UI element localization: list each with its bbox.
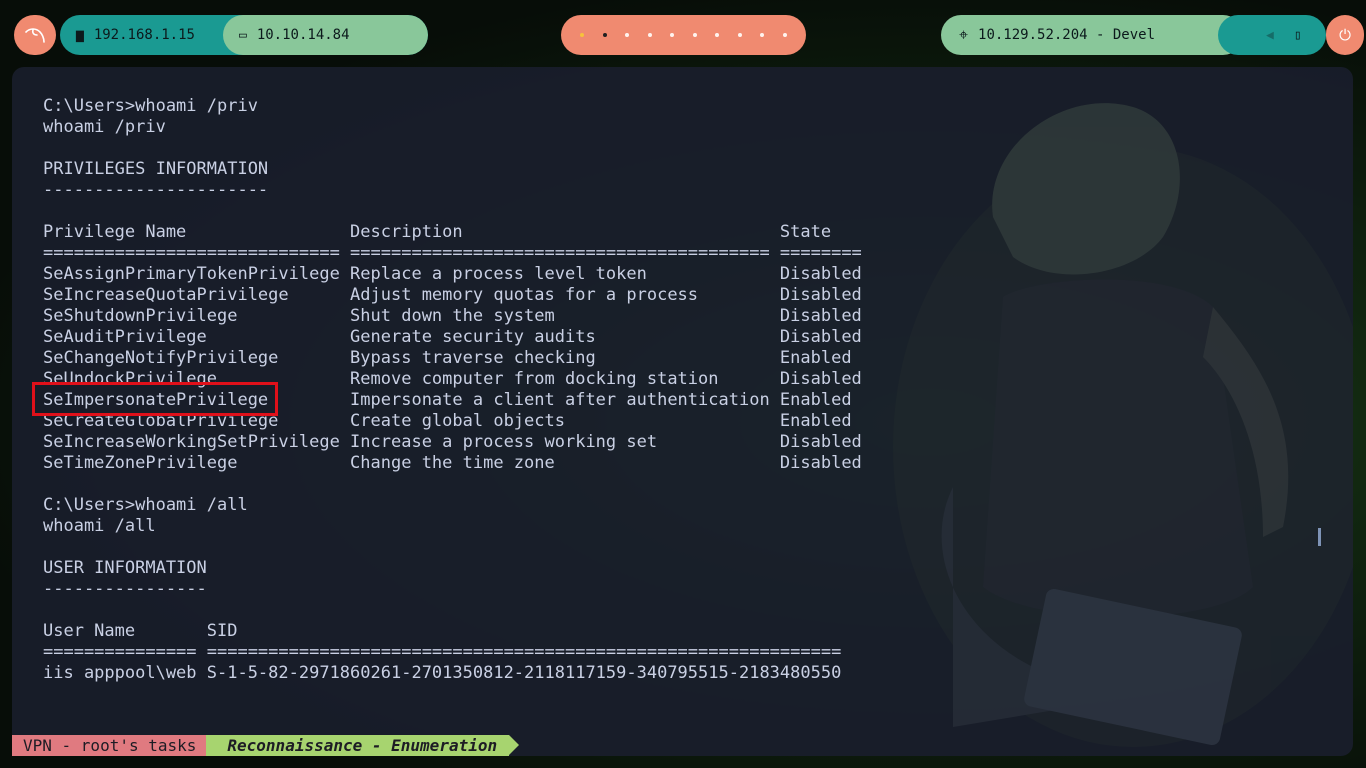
- terminal-line: SeIncreaseQuotaPrivilege Adjust memory q…: [43, 285, 862, 305]
- workspace-dot[interactable]: [737, 33, 742, 37]
- terminal-line: SeAssignPrimaryTokenPrivilege Replace a …: [43, 264, 862, 284]
- terminal-line: PRIVILEGES INFORMATION: [43, 159, 269, 179]
- battery-icon: ▯: [1293, 27, 1302, 43]
- workspace-dot[interactable]: [580, 33, 585, 37]
- workspace-dot[interactable]: [692, 33, 697, 37]
- workspace-dot[interactable]: [760, 33, 765, 37]
- terminal-line: SeTimeZonePrivilege Change the time zone…: [43, 453, 862, 473]
- workspace-dot[interactable]: [670, 33, 675, 37]
- terminal-line: whoami /all: [43, 516, 156, 536]
- power-icon: ⏻: [1339, 26, 1351, 44]
- tmux-session-label: VPN - root's tasks: [12, 735, 217, 756]
- power-button[interactable]: ⏻: [1326, 15, 1364, 55]
- terminal-line: SeShutdownPrivilege Shut down the system…: [43, 306, 862, 326]
- local-ip: 192.168.1.15: [93, 27, 195, 43]
- terminal-line: Privilege Name Description State: [43, 222, 832, 242]
- terminal-line: SeAuditPrivilege Generate security audit…: [43, 327, 862, 347]
- kali-menu-button[interactable]: [14, 15, 56, 55]
- terminal-line: SeIncreaseWorkingSetPrivilege Increase a…: [43, 432, 862, 452]
- highlight-box: [32, 382, 278, 416]
- terminal-line: SeChangeNotifyPrivilege Bypass traverse …: [43, 348, 852, 368]
- terminal-line: =============== ========================…: [43, 642, 842, 662]
- laptop-icon: ▭: [239, 27, 247, 43]
- terminal-window[interactable]: C:\Users>whoami /priv whoami /priv PRIVILE…: [12, 67, 1353, 756]
- tmux-window-label[interactable]: Reconnaissance - Enumeration: [206, 735, 519, 756]
- local-network: ▆ 192.168.1.15: [60, 15, 223, 55]
- terminal-line: USER INFORMATION: [43, 558, 207, 578]
- terminal-line: ----------------------: [43, 180, 269, 200]
- system-tray: ◀ ▯: [1218, 15, 1326, 55]
- target-label: 10.129.52.204 - Devel: [978, 27, 1156, 43]
- terminal-line: iis apppool\web S-1-5-82-2971860261-2701…: [43, 663, 842, 683]
- workspace-dot[interactable]: [625, 33, 630, 37]
- ethernet-icon: ▆: [76, 27, 84, 43]
- workspace-dot[interactable]: [647, 33, 652, 37]
- workspace-dot[interactable]: [782, 33, 787, 37]
- workspace-dot[interactable]: [602, 33, 607, 37]
- terminal-cursor-marker: [1318, 528, 1321, 546]
- terminal-line: whoami /priv: [43, 117, 166, 137]
- network-indicator: ▆ 192.168.1.15 ▭ 10.10.14.84: [60, 15, 428, 55]
- terminal-line: User Name SID: [43, 621, 238, 641]
- target-indicator: ⌖ 10.129.52.204 - Devel: [941, 15, 1243, 55]
- workspace-dot[interactable]: [715, 33, 720, 37]
- volume-icon[interactable]: ◀: [1266, 28, 1274, 43]
- vpn-ip: 10.10.14.84: [256, 27, 350, 43]
- crosshair-icon: ⌖: [959, 25, 969, 44]
- vpn-network: ▭ 10.10.14.84: [223, 15, 428, 55]
- terminal-line: ----------------: [43, 579, 207, 599]
- kali-dragon-icon: [25, 28, 45, 43]
- wallpaper-illustration: [893, 103, 1353, 747]
- terminal-line: C:\Users>whoami /priv: [43, 96, 258, 116]
- terminal-line: C:\Users>whoami /all: [43, 495, 248, 515]
- workspace-switcher[interactable]: [561, 15, 806, 55]
- tmux-status-bar: VPN - root's tasks Reconnaissance - Enum…: [12, 735, 519, 756]
- terminal-line: ============================= ==========…: [43, 243, 862, 263]
